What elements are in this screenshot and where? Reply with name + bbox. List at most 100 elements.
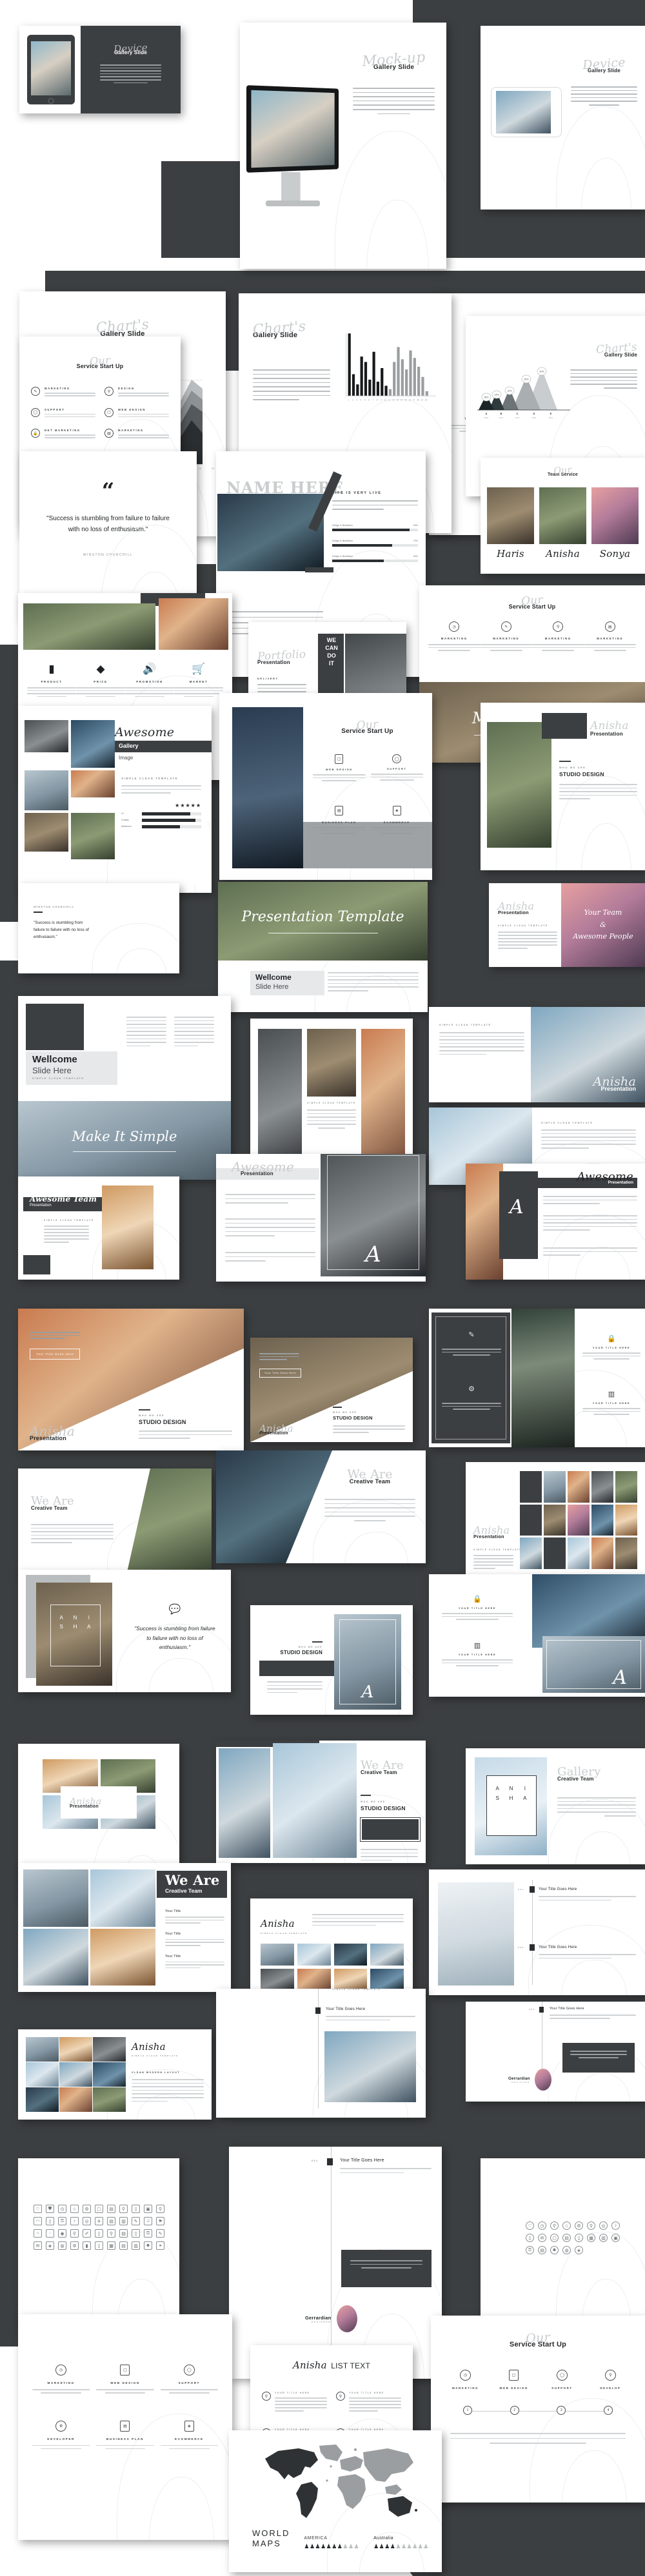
slide-we-are-four-photos[interactable]: We Are Creative Team Your Title Your Tit… <box>18 1863 231 1992</box>
service-item[interactable]: ✎ MARKETING <box>31 387 95 396</box>
heart-icon[interactable]: ♡ <box>526 2221 534 2230</box>
slide-timeline-profile[interactable]: 003 Your Title Goes Here Gerrardian Desi… <box>466 2002 645 2102</box>
pin-icon[interactable]: ⚲ <box>156 2205 164 2213</box>
slide-wellcome-make-it-simple[interactable]: Wellcome Slide Here SIMPLE CLEAN TEMPLAT… <box>18 996 231 1180</box>
mosaic-tile[interactable] <box>520 1471 542 1503</box>
thumb[interactable] <box>370 1968 404 1990</box>
bell-icon[interactable]: ◠ <box>34 2217 42 2225</box>
bulb2-icon[interactable]: ⚲ <box>70 2229 79 2238</box>
monitor-icon[interactable]: ▢ <box>550 2234 559 2242</box>
slide-gallery-creative-team[interactable]: A N I S H A Gallery Creative Team <box>466 1748 645 1864</box>
lock-icon[interactable]: ⚿ <box>144 2229 152 2238</box>
grid-cell[interactable] <box>93 2062 126 2087</box>
thumb[interactable] <box>370 1944 404 1966</box>
service6b-item[interactable]: ◯ SUPPORT <box>160 2365 218 2394</box>
mosaic-tile[interactable] <box>615 1504 637 1536</box>
four-icons-item[interactable]: ◯ SUPPORT <box>370 754 423 781</box>
thumb[interactable] <box>333 1968 368 1990</box>
slide-buildings-letter-a[interactable]: 🔒 YOUR TITLE HERE ▥ YOUR TITLE HERE A <box>429 1574 645 1697</box>
monitor-icon[interactable]: ▢ <box>95 2205 103 2213</box>
slide-anisha-framed-quote[interactable]: A N I S H A 💬 "Success is stumbling from… <box>18 1570 231 1692</box>
grid-cell[interactable] <box>26 2062 59 2087</box>
link-icon[interactable]: ⚭ <box>156 2241 164 2250</box>
slide-timeline-center[interactable]: 002 Your Title Goes Here Gerrardian Desi… <box>229 2147 442 2379</box>
mosaic-tile[interactable] <box>544 1471 566 1503</box>
slide-icon-sheet-circles[interactable]: ♡ ◷ ⚲ ☆ ⚙ ⚲ ◎ ♪ ▯ ✉ ▢ ▤ ▯ ▦ ▥ ▣ ⚿ ▤ ☻ ◍ ◈ <box>481 2158 645 2326</box>
dark-panel-item[interactable]: ⚙ YOUR TITLE HERE <box>442 1385 501 1410</box>
team-member[interactable]: Sonya <box>591 487 639 560</box>
slide-awesome-group[interactable]: Awesome Presentation A <box>216 1154 426 1282</box>
team-member[interactable]: Anisha <box>539 487 586 560</box>
slide-anisha-mosaic[interactable]: Anisha Presentation SIMPLE CLEAN TEMPLAT… <box>466 1462 645 1578</box>
globe-icon[interactable]: ◍ <box>562 2246 571 2254</box>
pen-icon[interactable]: ✎ <box>132 2217 140 2225</box>
service6b-item[interactable]: ▢ WEB DESIGN <box>96 2365 154 2394</box>
clock-icon[interactable]: ◷ <box>538 2221 546 2230</box>
gallery-thumb[interactable] <box>71 770 115 797</box>
step-marker[interactable]: 2 <box>510 2406 519 2415</box>
gear-icon[interactable]: ⚙ <box>83 2205 91 2213</box>
mosaic-tile[interactable] <box>520 1504 542 1536</box>
grid-cell[interactable] <box>93 2037 126 2062</box>
photo-tile[interactable] <box>23 1928 88 1986</box>
music-icon[interactable]: ♫ <box>144 2217 152 2225</box>
briefcase-icon[interactable]: ▤ <box>107 2205 115 2213</box>
right-icon-item[interactable]: 🔒 YOUR TITLE HERE <box>582 1334 640 1360</box>
slide-awesome-team-small[interactable]: Awesome Team Presentation SIMPLE CLEAN T… <box>18 1176 179 1280</box>
search-icon[interactable]: ⚲ <box>107 2229 115 2238</box>
calendar-icon[interactable]: ▦ <box>107 2241 115 2250</box>
grid-cell[interactable] <box>26 2037 59 2062</box>
gallery-thumb[interactable] <box>71 813 115 859</box>
service4-item[interactable]: ▤ MARKETING <box>584 621 636 651</box>
portfolio-item[interactable]: 🔊 PROMOTION <box>125 663 174 698</box>
market-cta-button[interactable]: Your Title Goes Here <box>30 1349 81 1360</box>
thumb[interactable] <box>261 1968 294 1990</box>
mail-icon[interactable]: ✉ <box>538 2234 546 2242</box>
service-item[interactable]: 🔒 NET MARKETING <box>31 429 95 439</box>
service-item[interactable]: ⚲ DESIGN <box>104 387 169 396</box>
list-item[interactable]: ⚲ YOUR TITLE HERE <box>336 2392 401 2412</box>
slide-awesome-right[interactable]: A Awesome Presentation <box>466 1164 645 1280</box>
heart-icon[interactable]: ♡ <box>34 2205 42 2213</box>
photo-tile[interactable] <box>23 1869 88 1927</box>
camera-icon[interactable]: ▣ <box>611 2234 620 2242</box>
gallery-thumb[interactable] <box>25 720 68 752</box>
dark-panel-item[interactable]: ✎ YOUR TITLE HERE <box>442 1331 501 1356</box>
camera-icon[interactable]: ▣ <box>144 2205 152 2213</box>
timeline-icon-item[interactable]: ▢ WEB DESIGN <box>490 2370 538 2390</box>
step-marker[interactable]: 1 <box>463 2406 472 2415</box>
slide-quote-small[interactable]: Winston Churchill "Success is stumbling … <box>18 883 179 973</box>
mosaic-tile[interactable] <box>591 1537 613 1569</box>
circle-icon[interactable]: ○ <box>34 2229 42 2238</box>
step-marker[interactable]: 3 <box>557 2406 566 2415</box>
user-icon[interactable]: ☻ <box>550 2246 559 2254</box>
gear2-icon[interactable]: ⚙ <box>70 2241 79 2250</box>
mail-icon[interactable]: ✉ <box>34 2241 42 2250</box>
grid-cell[interactable] <box>59 2062 92 2087</box>
portfolio-item[interactable]: 🛒 MARKET <box>174 663 223 698</box>
list-icon[interactable]: ▤ <box>119 2241 128 2250</box>
phone-icon[interactable]: ▯ <box>95 2229 103 2238</box>
mosaic-tile[interactable] <box>544 1504 566 1536</box>
tag-icon[interactable]: ◈ <box>46 2241 54 2250</box>
note-icon[interactable]: ♪ <box>611 2221 620 2230</box>
gear-icon[interactable]: ⚙ <box>575 2221 583 2230</box>
gallery-thumb[interactable] <box>25 813 68 852</box>
photo-tile[interactable] <box>90 1928 155 1986</box>
briefcase-icon[interactable]: ▤ <box>562 2234 571 2242</box>
key-icon[interactable]: ⚿ <box>58 2217 66 2225</box>
slide-timeline-office[interactable]: 001 Your Title Goes Here 002 Your Title … <box>429 1869 645 1995</box>
book-icon[interactable]: ▤ <box>107 2217 115 2225</box>
slide-team[interactable]: Our Team Service Haris Anisha Sonya <box>481 458 645 574</box>
slide-icon-sheet-outline[interactable]: ♡ ⛊ ◷ ☆ ⚙ ▢ ▤ ⚲ ▯ ▣ ⚲ ◠ ▯ ⚿ ♪ ◎ ✈ ▤ ▥ ✎ ♫ ⚑ ○ ◌ ◉ ⚲ … <box>18 2158 179 2326</box>
four-icons-item[interactable]: ◈ ECOMMERCE <box>370 806 423 834</box>
file-icon[interactable]: ▯ <box>95 2241 103 2250</box>
mosaic-tile[interactable] <box>615 1537 637 1569</box>
chart-icon[interactable]: ▥ <box>599 2234 608 2242</box>
service6b-item[interactable]: ◷ MARKETING <box>32 2365 90 2394</box>
slide-four-icons-photo[interactable]: Our Service Start Up ▢ WEB DESIGN ◯ SUPP… <box>219 693 432 880</box>
user-icon[interactable]: ☻ <box>144 2241 152 2250</box>
slide-anisha-small-gallery[interactable]: Anisha SIMPLE CLEAN TEMPLATE <box>250 1898 413 2002</box>
mosaic-tile[interactable] <box>568 1471 590 1503</box>
tag-icon[interactable]: ◈ <box>575 2246 583 2254</box>
